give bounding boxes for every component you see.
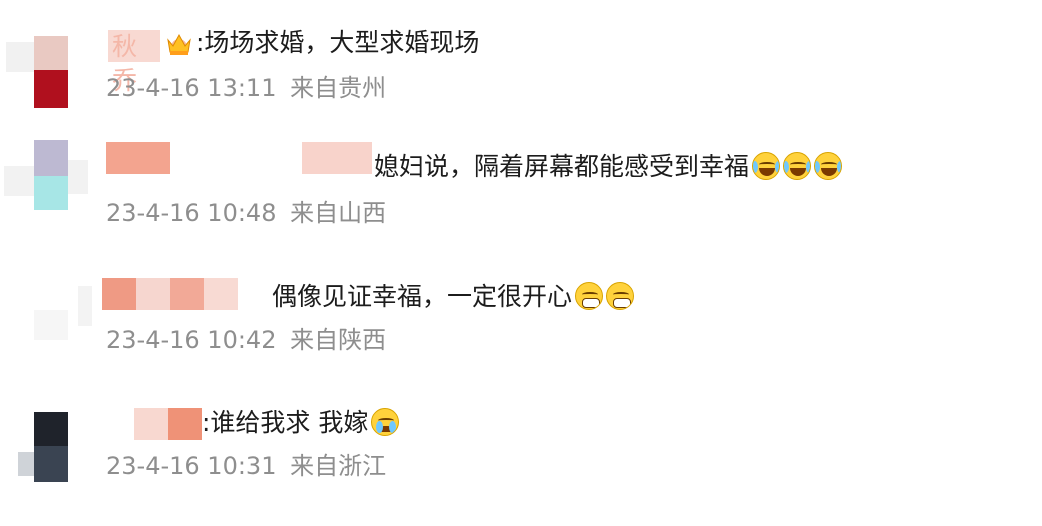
comment-text: 媳妇说，隔着屏幕都能感受到幸福 [374, 150, 843, 184]
grin-emoji-icon [575, 282, 604, 310]
grin-emoji-icon [606, 282, 635, 310]
comment-time: 23-4-16 13:11 [106, 74, 277, 102]
comment-location: 来自浙江 [290, 452, 387, 480]
comment-meta: 23-4-16 10:42 来自陕西 [106, 325, 386, 355]
comment-location: 来自山西 [290, 199, 387, 227]
crown-icon [166, 32, 192, 56]
comment-text: 偶像见证幸福，一定很开心 [272, 280, 635, 314]
laugh-cry-emoji-icon [814, 152, 843, 180]
comment-item: 秋乔 :场场求婚，大型求婚现场 23-4-16 13:11 来自贵州 [0, 26, 1042, 146]
comment-item: 偶像见证幸福，一定很开心 23-4-16 10:42 来自陕西 [0, 278, 1042, 400]
avatar[interactable] [18, 412, 104, 484]
laugh-cry-emoji-icon [783, 152, 812, 180]
comment-meta: 23-4-16 13:11 来自贵州 [106, 73, 386, 103]
laugh-cry-emoji-icon [752, 152, 781, 180]
comment-meta: 23-4-16 10:31 来自浙江 [106, 451, 386, 481]
comment-time: 23-4-16 10:48 [106, 199, 277, 227]
comment-location: 来自贵州 [290, 74, 387, 102]
comment-meta: 23-4-16 10:48 来自山西 [106, 198, 386, 228]
comment-text: :场场求婚，大型求婚现场 [196, 28, 480, 57]
comment-item: 媳妇说，隔着屏幕都能感受到幸福 23-4-16 10:48 来自山西 [0, 140, 1042, 270]
comment-time: 23-4-16 10:31 [106, 452, 277, 480]
avatar[interactable] [4, 140, 104, 212]
avatar[interactable] [6, 36, 104, 108]
comment-text-body: 偶像见证幸福，一定很开心 [272, 282, 573, 311]
comment-time: 23-4-16 10:42 [106, 326, 277, 354]
comment-text-body: :谁给我求 我嫁 [202, 408, 369, 437]
comment-item: :谁给我求 我嫁 23-4-16 10:31 来自浙江 [0, 406, 1042, 526]
cry-emoji-icon [371, 408, 400, 436]
comment-location: 来自陕西 [290, 326, 387, 354]
avatar[interactable] [34, 286, 104, 358]
comment-text: :谁给我求 我嫁 [202, 406, 400, 440]
comment-text-body: 媳妇说，隔着屏幕都能感受到幸福 [374, 152, 750, 181]
